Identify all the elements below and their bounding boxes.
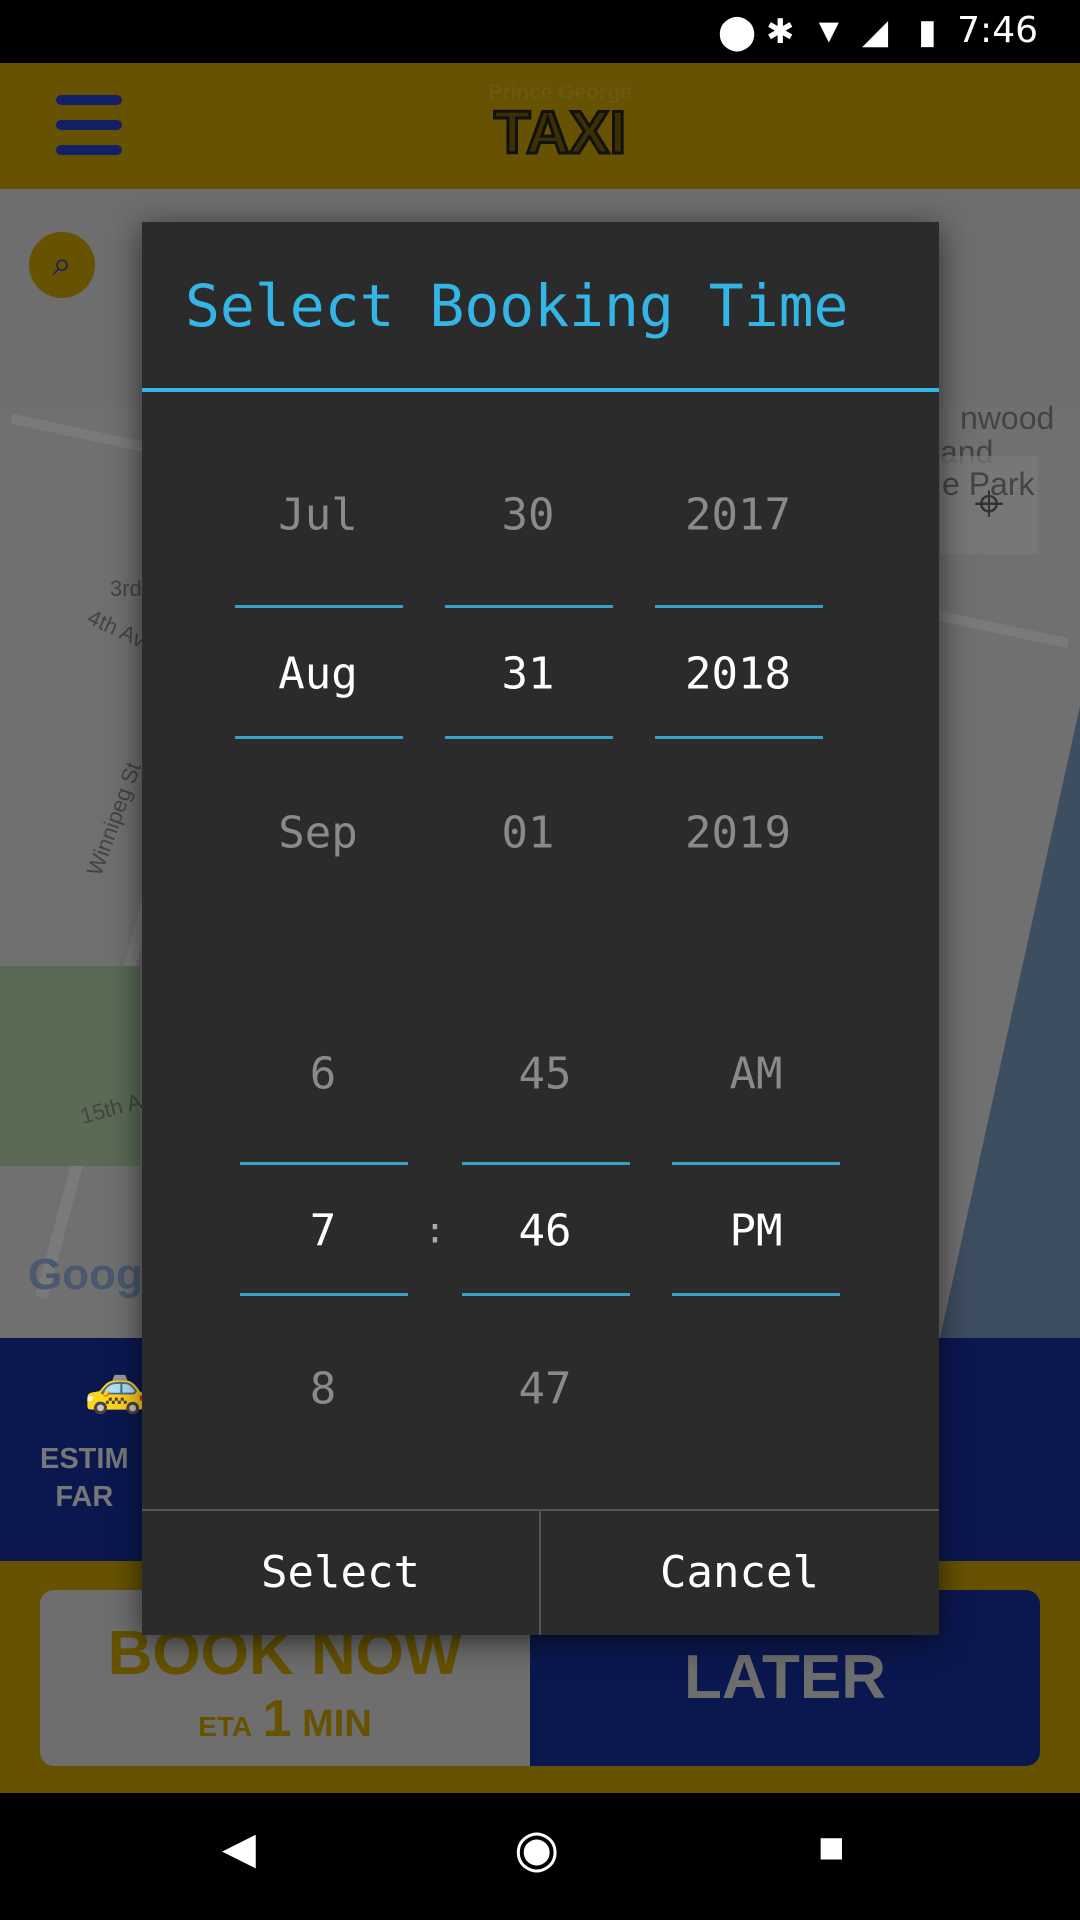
map-label: e Park [942,466,1035,502]
ampm-prev[interactable]: AM [671,1049,841,1100]
picker-divider [655,736,823,739]
year-prev[interactable]: 2017 [653,490,823,541]
status-bar: ⬤ ✱ ▼ ◢ ▮ 7:46 [0,0,1080,63]
minute-next[interactable]: 47 [460,1364,630,1415]
google-attribution: Goog [28,1250,143,1299]
picker-divider [672,1162,840,1165]
day-prev[interactable]: 30 [443,490,613,541]
cancel-button[interactable]: Cancel [541,1511,938,1635]
picker-divider [235,736,403,739]
estimate-label: FAR [55,1481,114,1513]
estimate-fare-button[interactable]: ESTIM FAR [40,1440,129,1516]
minute-selected[interactable]: 46 [460,1206,630,1257]
hour-next[interactable]: 8 [238,1364,408,1415]
picker-divider [240,1293,408,1296]
year-selected[interactable]: 2018 [653,649,823,700]
dialog-title: Select Booking Time [185,272,849,340]
logo-big-text: TAXI [492,99,627,166]
recents-icon[interactable]: ■ [818,1823,845,1873]
picker-divider [462,1293,630,1296]
picker-divider [445,605,613,608]
picker-divider [235,605,403,608]
navigation-bar: ◀ ◉ ■ [0,1793,1080,1920]
picker-divider [655,605,823,608]
ampm-selected[interactable]: PM [671,1206,841,1257]
toolbar: Prince George TAXI [0,63,1080,189]
year-next[interactable]: 2019 [653,808,823,859]
eta-unit: MIN [302,1703,372,1745]
eta-prefix: ETA [198,1711,253,1742]
menu-icon[interactable] [56,95,122,155]
day-next[interactable]: 01 [443,808,613,859]
picker-divider [672,1293,840,1296]
picker-divider [445,736,613,739]
time-separator: : [424,1210,446,1252]
battery-charging-icon: ▮ [918,13,937,51]
clock: 7:46 [957,10,1038,51]
eta-number: 1 [262,1690,292,1748]
month-selected[interactable]: Aug [233,649,403,700]
hour-prev[interactable]: 6 [238,1049,408,1100]
signal-icon: ◢ [862,13,889,51]
picker-divider [462,1162,630,1165]
wifi-icon: ▼ [812,12,846,50]
map-label: 4th Av [83,604,150,653]
title-divider [142,388,939,392]
search-icon[interactable]: ⌕ [29,232,95,298]
minute-prev[interactable]: 45 [460,1049,630,1100]
map-label: 3rd [110,576,142,601]
select-button[interactable]: Select [142,1511,539,1635]
map-label: nwood [960,400,1055,436]
month-next[interactable]: Sep [233,808,403,859]
estimate-label: ESTIM [40,1443,129,1475]
taxi-fare-icon[interactable]: 🚕 [84,1358,146,1417]
home-icon[interactable]: ◉ [514,1819,559,1879]
map-label: Winnipeg St [81,758,146,879]
month-prev[interactable]: Jul [233,490,403,541]
bluetooth-icon: ✱ [766,13,795,51]
logo: Prince George TAXI [470,81,650,166]
back-icon[interactable]: ◀ [222,1823,256,1874]
picker-divider [240,1162,408,1165]
booking-time-dialog: Select Booking Time Jul Aug Sep 30 31 01… [142,222,939,1635]
day-selected[interactable]: 31 [443,649,613,700]
location-icon: ⬤ [718,13,757,51]
hour-selected[interactable]: 7 [238,1206,408,1257]
